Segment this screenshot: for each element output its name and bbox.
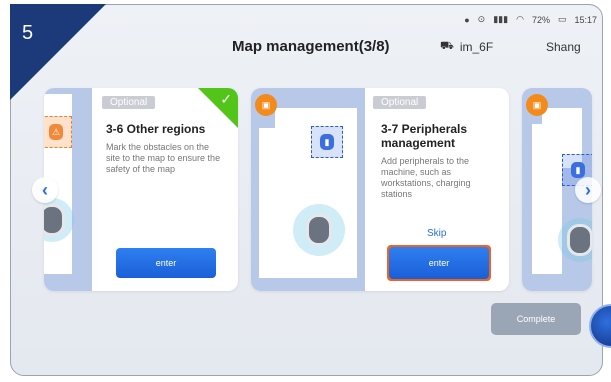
peripheral-marker: ▮: [311, 126, 343, 158]
enter-button[interactable]: enter: [389, 247, 489, 279]
clock: 15:17: [574, 14, 597, 25]
card-peripherals[interactable]: ▮ ▣ Optional 3-7 Peripherals management …: [251, 88, 509, 291]
completed-corner: [198, 88, 238, 128]
signal-icon: ▮▮▮: [493, 14, 509, 24]
wifi-icon: ◠: [516, 14, 524, 24]
enter-button[interactable]: enter: [116, 248, 216, 278]
robot-body: [44, 204, 65, 236]
card-description: Mark the obstacles on the site to the ma…: [106, 142, 221, 174]
map-badge-icon: ▣: [255, 94, 277, 116]
map-icon: ⛟: [440, 40, 454, 52]
page-title: Map management(3/8): [232, 38, 390, 55]
optional-tag: Optional: [373, 96, 427, 109]
card-description: Add peripherals to the machine, such as …: [381, 156, 471, 199]
robot-icon: [293, 204, 345, 256]
status-bar: ● ⊙ ▮▮▮ ◠ 72% ▭ 15:17: [464, 14, 597, 25]
skip-link[interactable]: Skip: [427, 228, 446, 239]
step-badge: [10, 4, 106, 100]
card-other-regions[interactable]: ⚠ Optional 3-6 Other regions Mark the ob…: [44, 88, 238, 291]
map-badge-icon: ▣: [526, 94, 548, 116]
robot-body: [567, 224, 592, 256]
charging-station-icon: ▮: [571, 162, 585, 178]
charging-station-icon: ▮: [320, 134, 334, 150]
previous-arrow-icon[interactable]: ‹: [32, 177, 58, 203]
obstacle-marker: ⚠: [44, 116, 72, 148]
obstacle-icon: ⚠: [49, 124, 63, 140]
map-name-label: im_6F: [459, 40, 494, 54]
step-number: 5: [22, 22, 34, 44]
check-icon: ✓: [220, 91, 232, 107]
optional-tag: Optional: [102, 96, 156, 109]
complete-button[interactable]: Complete: [491, 303, 581, 335]
map-selector[interactable]: ⛟ im_6F: [440, 40, 493, 54]
battery-level: 72%: [531, 14, 550, 25]
battery-icon: ▭: [557, 14, 567, 24]
robot-icon: [558, 218, 592, 262]
map-preview: ▮: [251, 88, 365, 291]
user-name[interactable]: Shang: [546, 40, 581, 54]
next-arrow-icon[interactable]: ›: [575, 177, 601, 203]
location-icon: ⊙: [477, 14, 486, 24]
robot-body: [306, 214, 332, 246]
record-icon: ●: [464, 14, 470, 25]
card-title: 3-7 Peripherals management: [381, 122, 468, 150]
